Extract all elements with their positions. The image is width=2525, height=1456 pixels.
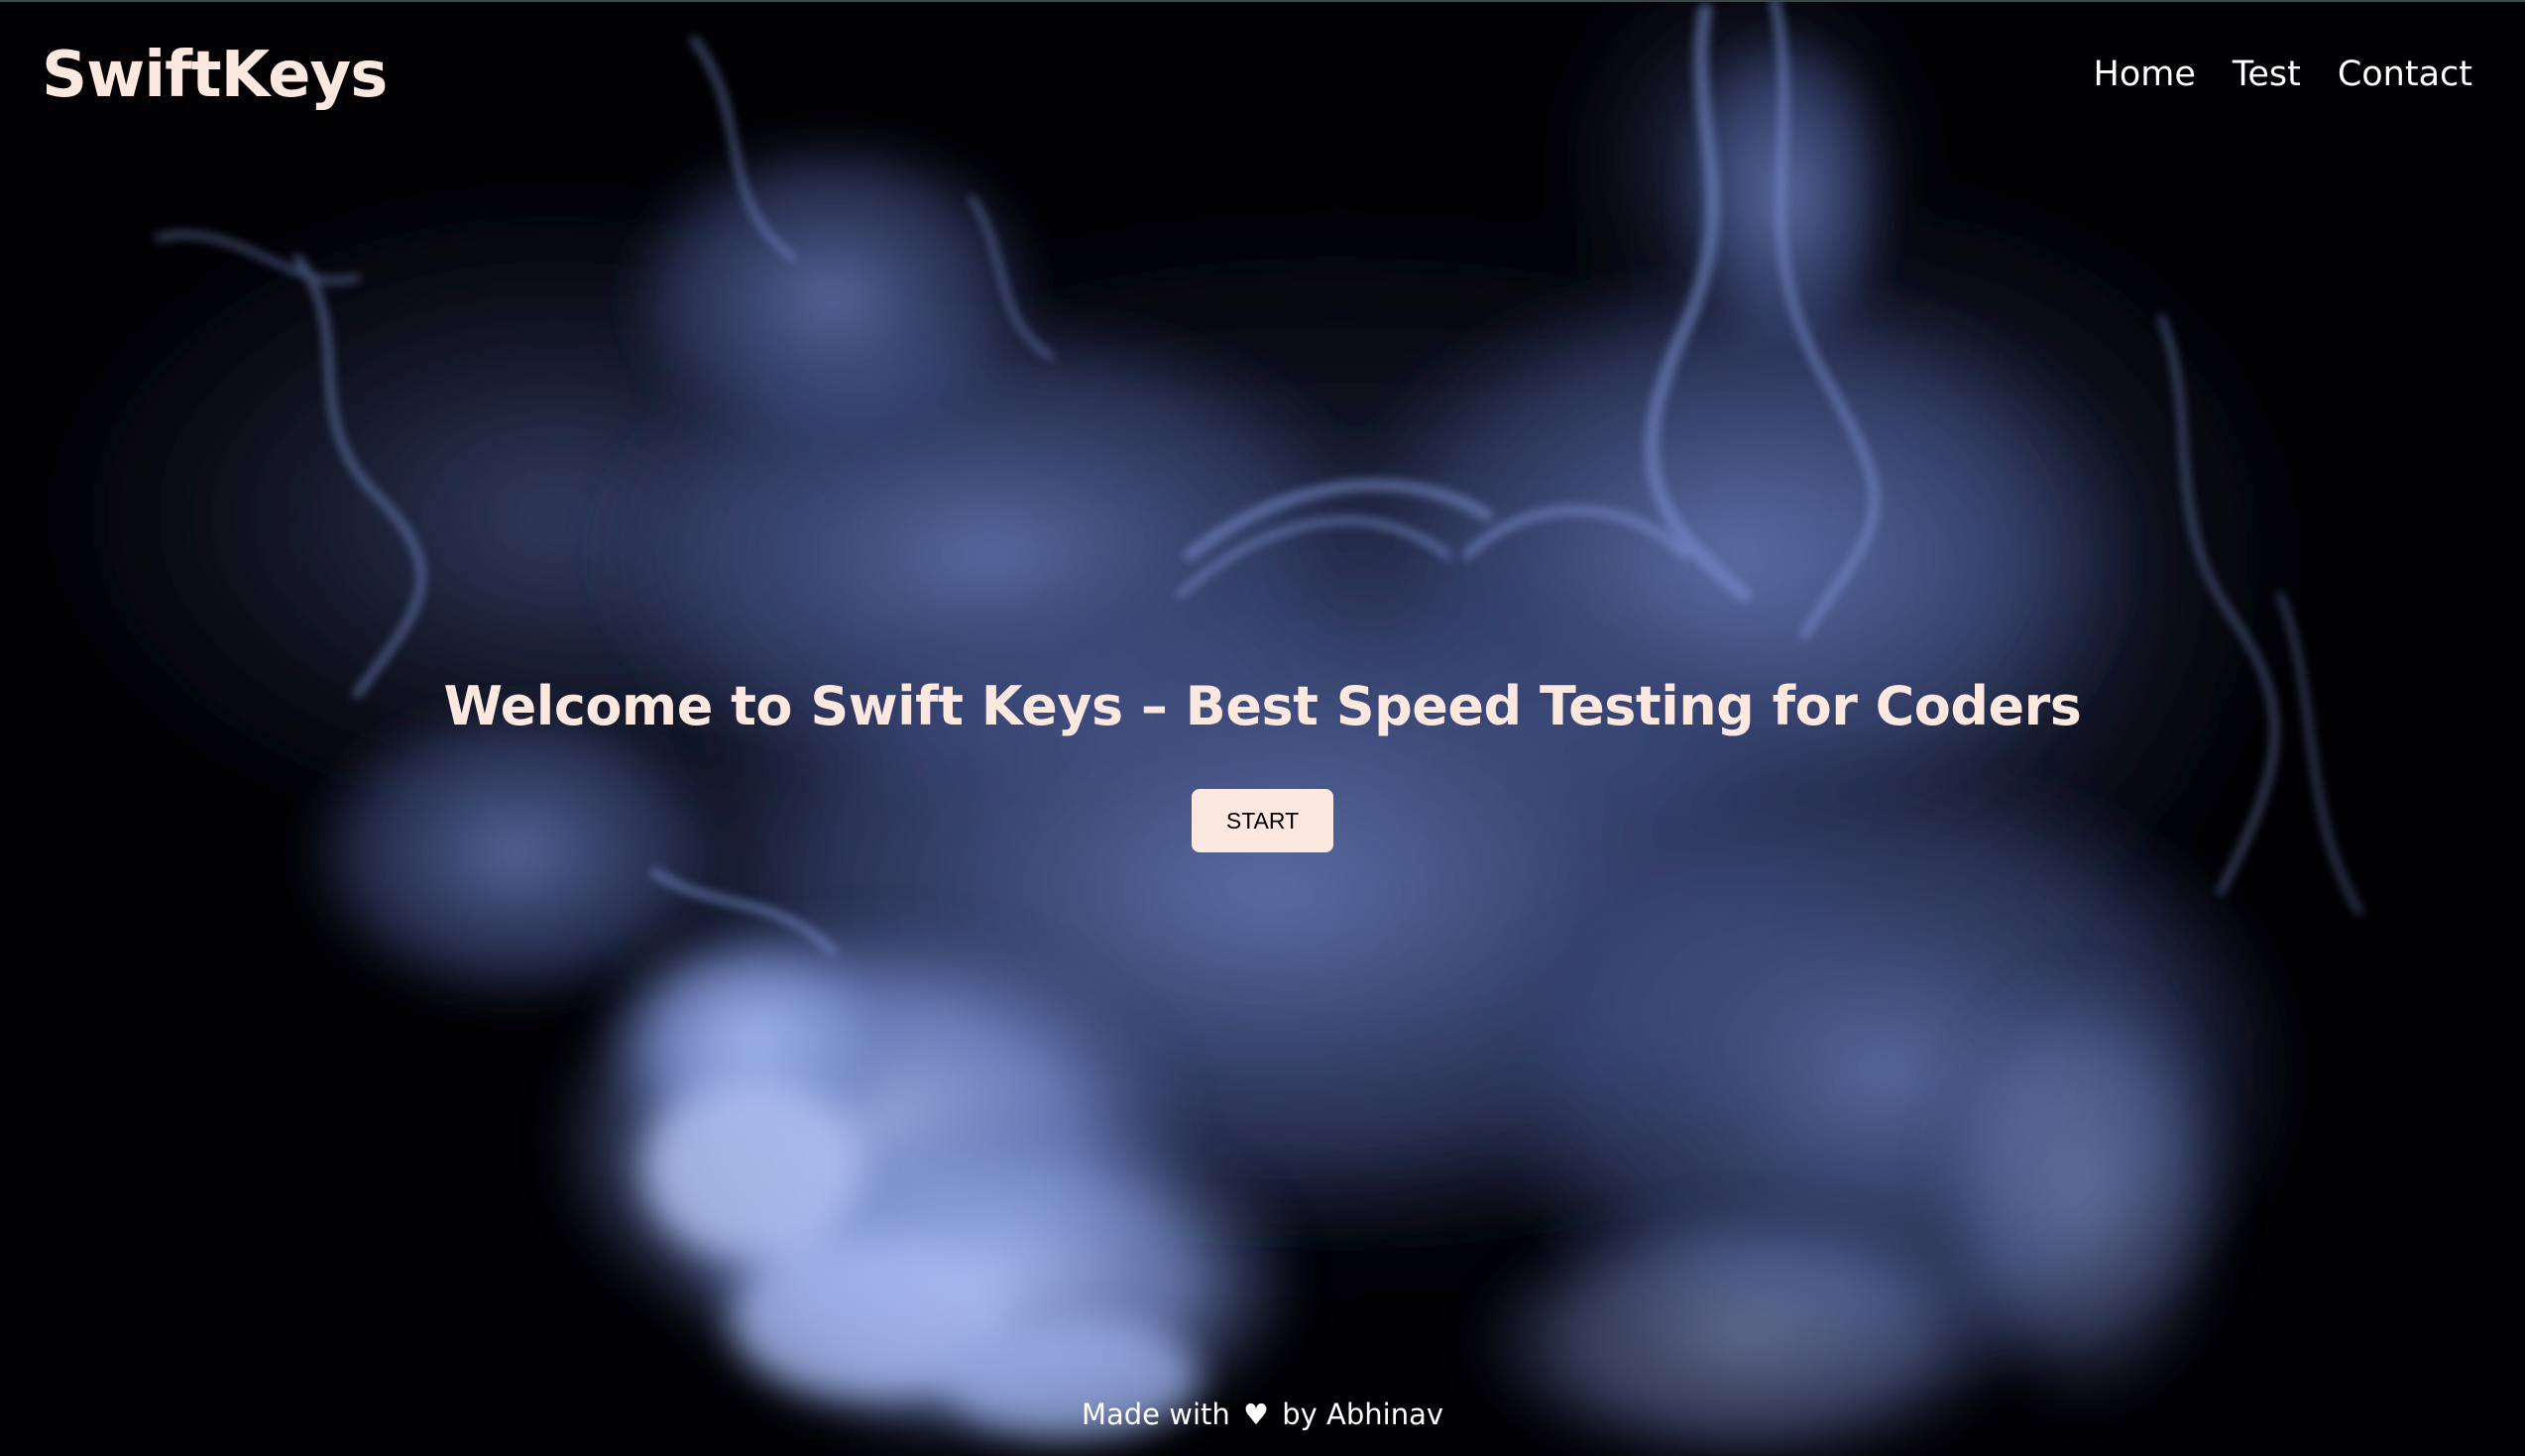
footer-author: by Abhinav [1282,1398,1444,1431]
navbar: SwiftKeys Home Test Contact [0,0,2525,149]
nav-link-home[interactable]: Home [2094,50,2196,99]
nav-link-contact[interactable]: Contact [2338,50,2472,99]
landing-page: SwiftKeys Home Test Contact Welcome to S… [0,0,2525,1456]
hero-section: Welcome to Swift Keys – Best Speed Testi… [0,664,2525,852]
nav-links: Home Test Contact [2094,50,2472,99]
heart-icon: ♥ [1243,1398,1269,1431]
footer: Made with ♥ by Abhinav [0,1393,2525,1436]
hero-title: Welcome to Swift Keys – Best Speed Testi… [443,675,2082,737]
nav-link-test[interactable]: Test [2233,50,2301,99]
brand-logo[interactable]: SwiftKeys [42,36,388,115]
footer-made-with: Made with [1081,1398,1230,1431]
start-button[interactable]: START [1192,789,1333,852]
